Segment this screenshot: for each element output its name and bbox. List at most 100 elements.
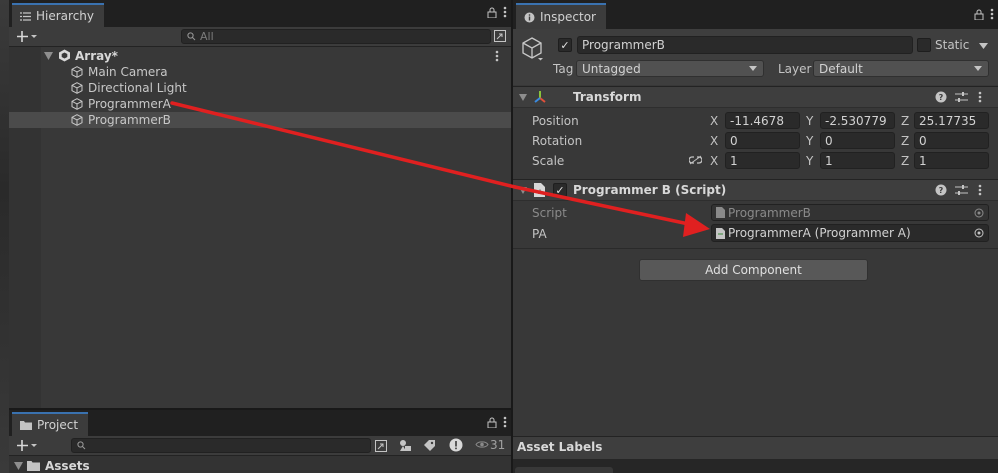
gameobject-cube-icon: [71, 98, 83, 110]
component-more-icon[interactable]: [978, 91, 982, 103]
filter-by-label-icon[interactable]: [423, 439, 436, 452]
svg-text:?: ?: [939, 186, 944, 195]
foldout-triangle-icon[interactable]: [519, 187, 527, 194]
divider: [513, 248, 998, 249]
scale-z-label[interactable]: Z: [901, 154, 909, 168]
expand-triangle-icon[interactable]: [14, 462, 23, 470]
scene-more-icon[interactable]: [495, 50, 499, 62]
chevron-down-icon: [749, 66, 757, 71]
rotation-x-field[interactable]: 0: [725, 132, 800, 149]
position-z-label[interactable]: Z: [901, 114, 909, 128]
list-icon: [20, 11, 31, 21]
hierarchy-item-label: ProgrammerA: [88, 97, 171, 111]
scale-x-label[interactable]: X: [710, 154, 718, 168]
preset-sliders-icon[interactable]: [955, 184, 968, 196]
component-more-icon[interactable]: [978, 184, 982, 196]
static-dropdown-chevron-icon[interactable]: [979, 43, 988, 49]
more-options-icon[interactable]: [503, 416, 507, 428]
hierarchy-item-directional-light[interactable]: Directional Light: [9, 80, 511, 96]
transform-header[interactable]: Transform ?: [513, 86, 998, 108]
filter-by-type-icon[interactable]: [399, 439, 412, 452]
hierarchy-item-label: Directional Light: [88, 81, 187, 95]
gameobject-cube-icon: [71, 66, 83, 78]
tag-dropdown[interactable]: Untagged: [576, 60, 764, 77]
more-options-icon[interactable]: [990, 8, 994, 20]
hierarchy-panel: Hierarchy All Array* Main Camera Directi…: [9, 0, 511, 408]
object-picker-icon: [974, 208, 984, 218]
hierarchy-item-programmer-b[interactable]: ProgrammerB: [9, 112, 511, 128]
script-enabled-checkbox[interactable]: ✓: [553, 183, 567, 197]
help-icon[interactable]: ?: [935, 184, 947, 196]
asset-labels-bar[interactable]: Asset Labels: [513, 437, 998, 459]
lock-icon[interactable]: [974, 9, 984, 20]
object-picker-icon[interactable]: [974, 228, 984, 238]
search-options-icon[interactable]: [494, 30, 506, 42]
hierarchy-item-programmer-a[interactable]: ProgrammerA: [9, 96, 511, 112]
hierarchy-search-input[interactable]: All: [181, 29, 491, 44]
rotation-z-field[interactable]: 0: [914, 132, 989, 149]
position-y-label[interactable]: Y: [806, 114, 813, 128]
rotation-y-label[interactable]: Y: [806, 134, 813, 148]
scale-z-field[interactable]: 1: [914, 152, 989, 169]
preview-tab[interactable]: [515, 467, 613, 473]
create-add-icon[interactable]: [16, 439, 38, 452]
panel-splitter[interactable]: [511, 0, 513, 473]
script-object-field: ProgrammerB: [711, 204, 989, 221]
layer-label: Layer: [778, 62, 812, 76]
object-name-field[interactable]: ProgrammerB: [577, 36, 913, 54]
position-x-label[interactable]: X: [710, 114, 718, 128]
project-search-input[interactable]: [71, 438, 371, 453]
eye-hidden-icon[interactable]: [475, 440, 489, 449]
scale-y-field[interactable]: 1: [820, 152, 895, 169]
position-z-field[interactable]: 25.17735: [914, 112, 989, 129]
expand-triangle-icon[interactable]: [44, 52, 53, 60]
foldout-triangle-icon[interactable]: [519, 94, 527, 101]
scene-view-edge: [0, 0, 9, 473]
folder-icon: [20, 420, 32, 430]
pa-object-field[interactable]: ProgrammerA (Programmer A): [711, 224, 989, 242]
layer-dropdown[interactable]: Default: [813, 60, 989, 77]
scale-x-field[interactable]: 1: [725, 152, 800, 169]
more-options-icon[interactable]: [503, 6, 507, 18]
lock-icon[interactable]: [487, 7, 497, 18]
scene-row[interactable]: Array*: [9, 48, 511, 64]
scale-y-label[interactable]: Y: [806, 154, 813, 168]
position-z-value: 25.17735: [919, 113, 977, 128]
add-component-button[interactable]: Add Component: [639, 259, 868, 281]
transform-axes-icon: [533, 90, 547, 104]
position-y-field[interactable]: -2.530779: [820, 112, 895, 129]
active-checkbox[interactable]: ✓: [558, 38, 572, 52]
static-checkbox[interactable]: [917, 38, 931, 52]
scale-y-value: 1: [825, 153, 833, 168]
script-component-header[interactable]: # ✓ Programmer B (Script) ?: [513, 179, 998, 201]
warning-filter-icon[interactable]: [449, 438, 463, 452]
info-icon: [524, 12, 535, 23]
hierarchy-item-main-camera[interactable]: Main Camera: [9, 64, 511, 80]
unity-scene-icon: [58, 49, 71, 62]
hierarchy-tabbar: Hierarchy: [9, 0, 511, 27]
object-name-value: ProgrammerB: [582, 38, 665, 52]
tab-project[interactable]: Project: [12, 412, 89, 436]
tab-hierarchy[interactable]: Hierarchy: [12, 3, 105, 27]
svg-text:#: #: [537, 189, 542, 196]
tab-project-label: Project: [37, 418, 79, 432]
position-x-value: -11.4678: [730, 113, 784, 128]
script-file-icon: [716, 207, 725, 218]
tag-label: Tag: [553, 62, 574, 76]
search-options-icon[interactable]: [375, 440, 387, 452]
position-x-field[interactable]: -11.4678: [725, 112, 800, 129]
rotation-z-label[interactable]: Z: [901, 134, 909, 148]
constrain-proportions-link-icon[interactable]: [689, 155, 702, 165]
script-component-title: Programmer B (Script): [573, 183, 727, 197]
rotation-x-label[interactable]: X: [710, 134, 718, 148]
rotation-y-field[interactable]: 0: [820, 132, 895, 149]
pa-field-label: PA: [532, 227, 547, 241]
help-icon[interactable]: ?: [935, 91, 947, 103]
create-add-icon[interactable]: [16, 30, 38, 43]
gameobject-large-icon[interactable]: [521, 37, 543, 61]
assets-folder-label[interactable]: Assets: [45, 459, 90, 473]
tab-inspector[interactable]: Inspector: [516, 3, 606, 29]
lock-icon[interactable]: [487, 417, 497, 428]
preset-sliders-icon[interactable]: [955, 91, 968, 103]
project-panel: Project 31 Assets: [9, 410, 511, 473]
